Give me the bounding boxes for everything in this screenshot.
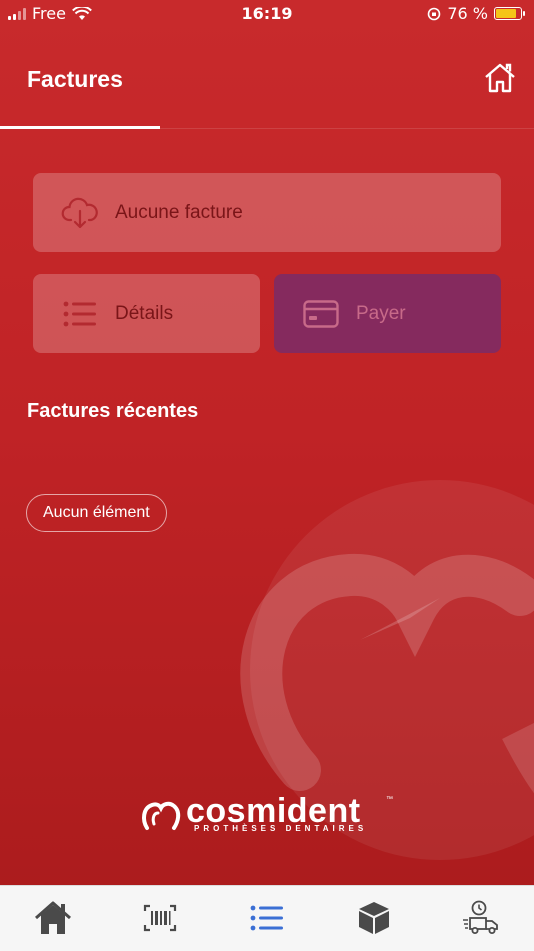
nav-scan[interactable] bbox=[140, 898, 180, 938]
delivery-truck-icon bbox=[463, 900, 498, 934]
home-icon[interactable] bbox=[482, 60, 518, 96]
header-divider bbox=[0, 128, 534, 129]
nav-invoices[interactable] bbox=[247, 898, 287, 938]
box-icon bbox=[359, 902, 389, 934]
orientation-lock-icon bbox=[428, 7, 441, 20]
nav-products[interactable] bbox=[354, 898, 394, 938]
brand-trademark: ™ bbox=[386, 796, 393, 803]
nav-home[interactable] bbox=[33, 898, 73, 938]
status-right: 76 % bbox=[427, 4, 525, 23]
battery-icon bbox=[494, 7, 525, 20]
header: Factures bbox=[0, 28, 534, 129]
brand-tagline: PROTHÈSES DENTAIRES bbox=[194, 824, 368, 833]
barcode-icon bbox=[143, 904, 177, 932]
list-icon bbox=[61, 297, 99, 331]
credit-card-icon bbox=[302, 297, 340, 331]
tooth-logo-icon bbox=[142, 801, 181, 830]
download-invoice-card[interactable]: Aucune facture bbox=[33, 173, 501, 252]
recent-invoices-title: Factures récentes bbox=[27, 400, 199, 422]
empty-state-chip: Aucun élément bbox=[26, 494, 167, 532]
details-button[interactable]: Détails bbox=[33, 274, 260, 353]
battery-level bbox=[496, 9, 516, 18]
list-icon bbox=[250, 905, 283, 931]
brand-logo: cosmident ™ PROTHÈSES DENTAIRES bbox=[140, 792, 400, 836]
pay-label: Payer bbox=[356, 302, 406, 324]
cloud-download-icon bbox=[61, 196, 99, 230]
nav-delivery[interactable] bbox=[461, 898, 501, 938]
home-icon bbox=[35, 901, 71, 934]
page-title: Factures bbox=[27, 66, 123, 92]
details-label: Détails bbox=[115, 302, 174, 324]
pay-button[interactable]: Payer bbox=[274, 274, 501, 353]
battery-percent: 76 % bbox=[447, 4, 488, 23]
status-bar: Free 16:19 76 % bbox=[0, 0, 534, 28]
download-invoice-label: Aucune facture bbox=[115, 201, 243, 223]
bottom-nav bbox=[0, 885, 534, 951]
